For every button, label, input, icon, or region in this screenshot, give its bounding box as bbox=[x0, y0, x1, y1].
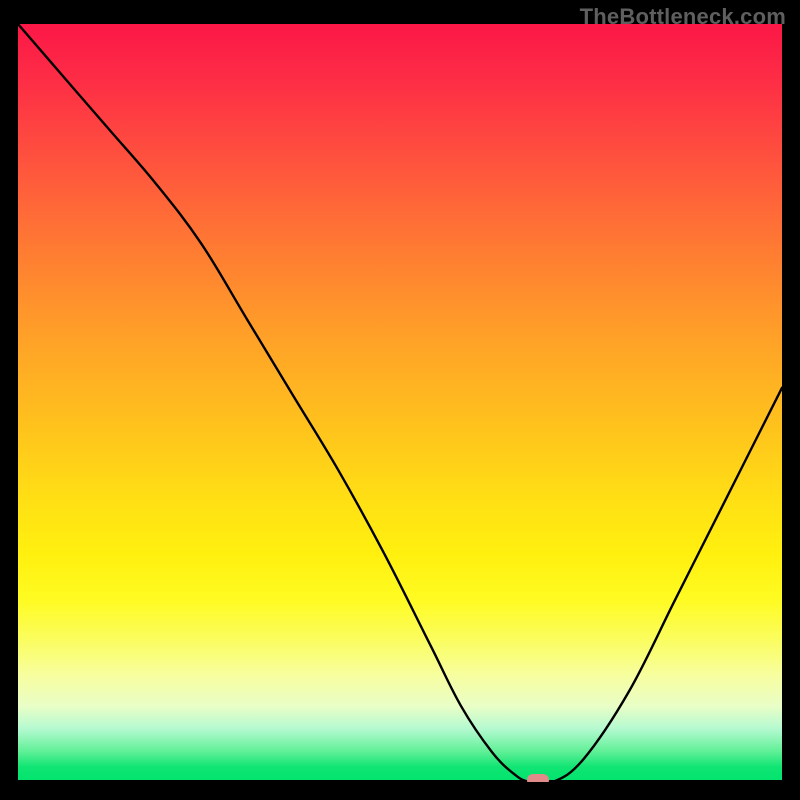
optimal-point-marker bbox=[527, 774, 549, 782]
bottleneck-curve bbox=[18, 24, 782, 782]
chart-frame: TheBottleneck.com bbox=[0, 0, 800, 800]
watermark-text: TheBottleneck.com bbox=[580, 4, 786, 30]
x-axis-baseline bbox=[18, 780, 782, 782]
plot-area bbox=[18, 24, 782, 782]
